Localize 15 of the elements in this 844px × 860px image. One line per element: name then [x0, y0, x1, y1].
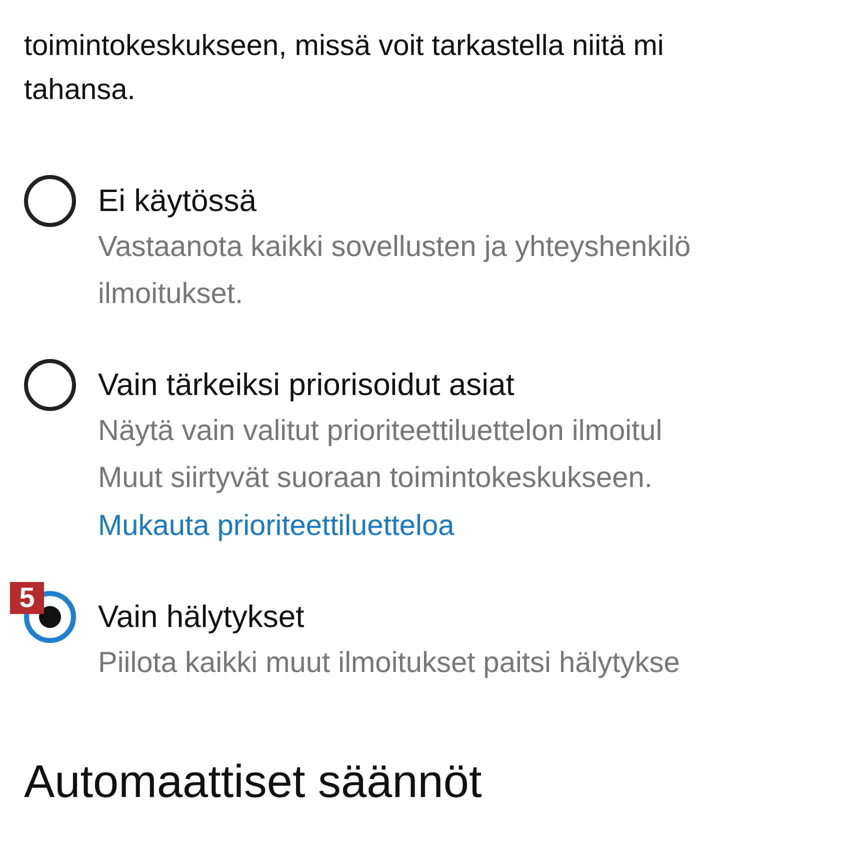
radio-button[interactable]	[24, 359, 76, 411]
option-label: Ei käytössä	[98, 182, 258, 220]
section-heading: Automaattiset säännöt	[24, 754, 483, 809]
intro-text: tahansa.	[24, 73, 136, 108]
option-label: Vain tärkeiksi priorisoidut asiat	[98, 366, 516, 404]
callout-badge: 5	[10, 582, 44, 614]
radio-button[interactable]	[24, 175, 76, 227]
option-description: Piilota kaikki muut ilmoitukset paitsi hälytykse	[98, 646, 681, 681]
option-description: Näytä vain valitut prioriteettiluettelon ilmoitul	[98, 414, 664, 449]
option-label: Vain hälytykset	[98, 598, 306, 636]
option-description: Muut siirtyvät suoraan toimintokeskukseen.	[98, 461, 654, 496]
option-description: Vastaanota kaikki sovellusten ja yhteyshenkilö	[98, 230, 692, 265]
customize-link[interactable]: Mukauta prioriteettiluetteloa	[98, 502, 454, 550]
intro-text: toimintokeskukseen, missä voit tarkastella niitä mi	[24, 29, 665, 64]
option-description: ilmoitukset.	[98, 277, 244, 312]
